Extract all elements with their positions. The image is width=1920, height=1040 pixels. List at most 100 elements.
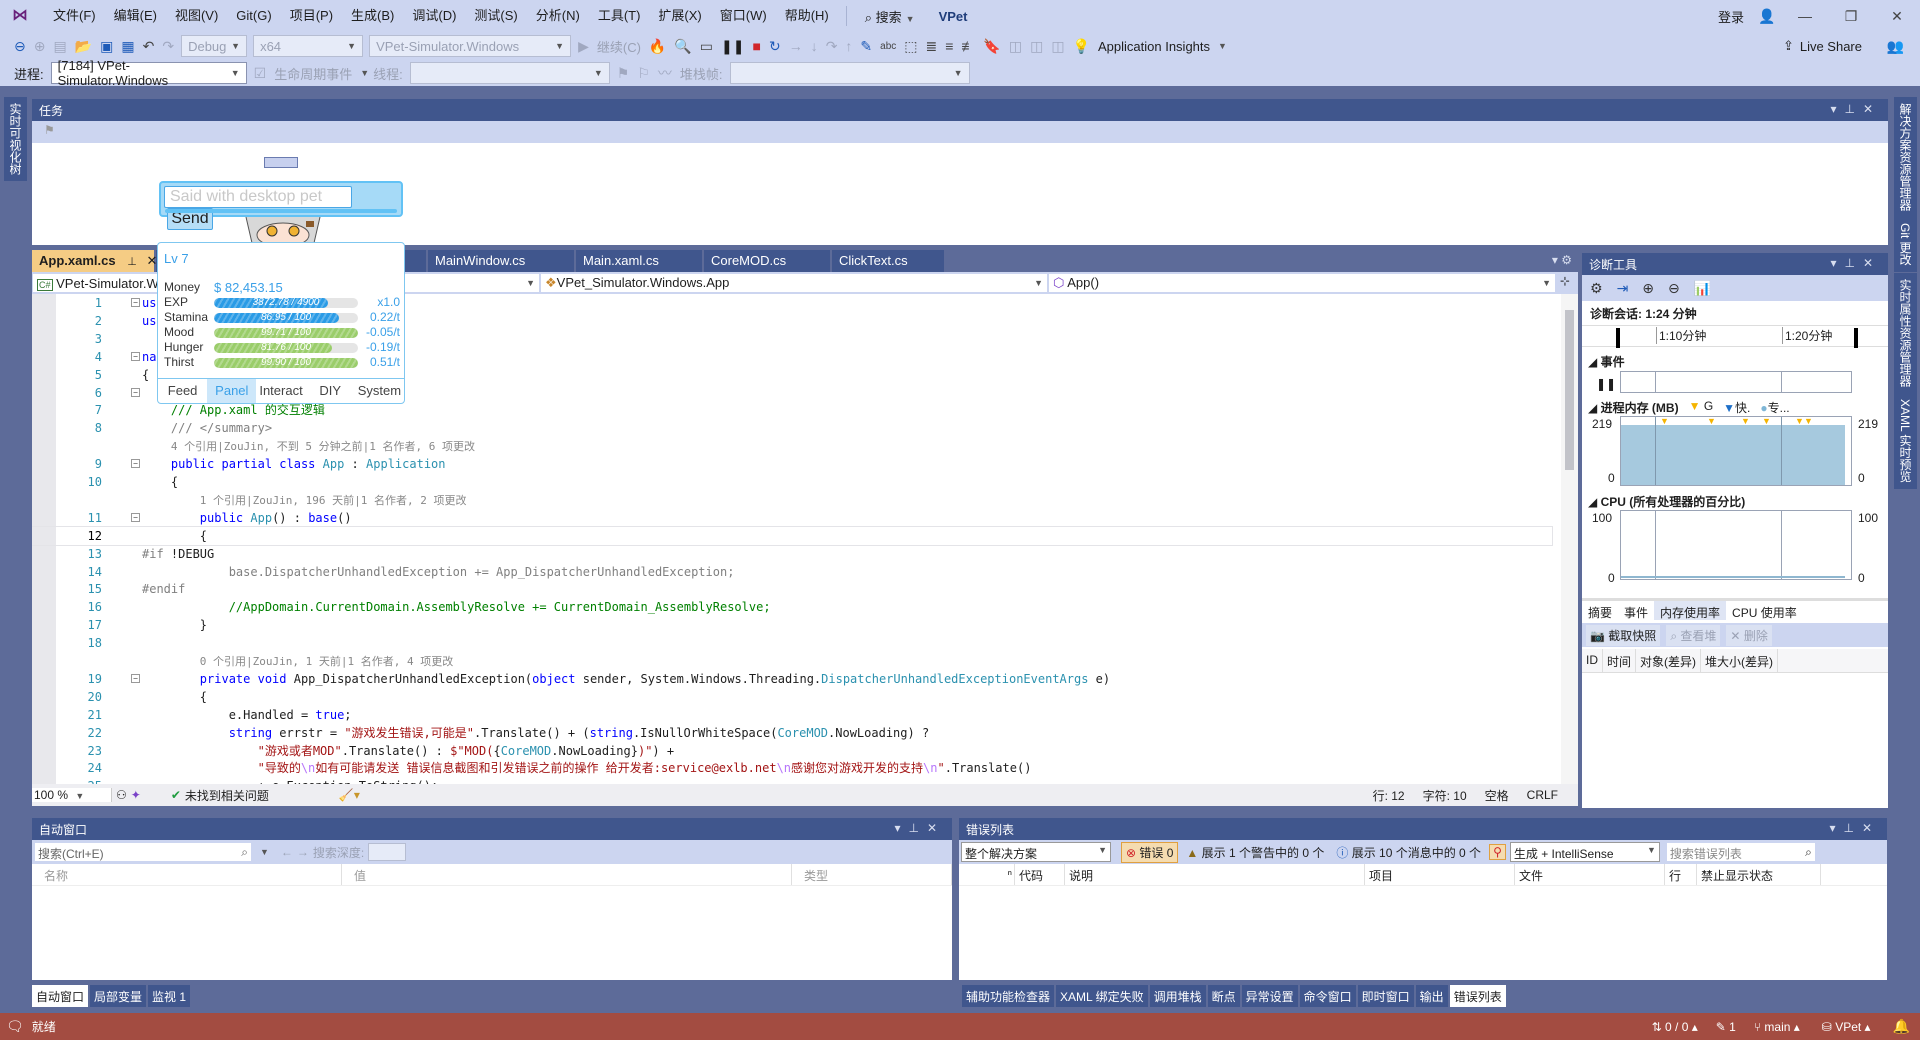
zoom-out-icon[interactable]: ⊖ [1668, 280, 1680, 297]
tab-clicktext-cs[interactable]: ClickText.cs [832, 250, 944, 272]
search-depth-select[interactable] [368, 843, 407, 861]
col-objects[interactable]: 对象(差异) [1636, 649, 1702, 672]
pet-chat-input[interactable]: Said with desktop pet [164, 186, 352, 208]
fold-toggle-icon[interactable]: − [131, 387, 140, 397]
events-section-title[interactable]: ◢ 事件 [1582, 351, 1631, 372]
tab-locals[interactable]: 局部变量 [90, 985, 147, 1007]
spell-check-icon[interactable]: abc [880, 41, 896, 52]
menu-test[interactable]: 测试(S) [465, 0, 526, 32]
diag-tab-memory[interactable]: 内存使用率 [1654, 601, 1727, 620]
threads-icon[interactable]: ⚐ [637, 65, 650, 82]
minimize-button[interactable]: — [1782, 8, 1828, 24]
menu-tools[interactable]: 工具(T) [589, 0, 650, 32]
code-line[interactable]: 15 #endif [32, 580, 1552, 598]
bookmark-icon[interactable]: 🔖 [983, 38, 1000, 55]
menu-extensions[interactable]: 扩展(X) [649, 0, 710, 32]
open-file-icon[interactable]: 📂 [75, 38, 92, 55]
diag-tab-summary[interactable]: 摘要 [1582, 601, 1618, 620]
cpu-graph[interactable] [1620, 510, 1852, 580]
select-element-icon[interactable]: ⬚ [904, 38, 917, 55]
code-cleanup-icon[interactable]: 🧹▾ [339, 788, 360, 802]
col-description[interactable]: 说明 [1065, 864, 1365, 885]
prev-bookmark-icon[interactable]: ◫ [1009, 38, 1022, 55]
continue-button[interactable]: 继续(C) [597, 37, 641, 56]
pause-icon[interactable]: ❚❚ [1596, 377, 1616, 391]
branch-selector[interactable]: ⑂ main ▴ [1754, 1020, 1800, 1034]
filter-icon[interactable]: ⚲ [1489, 844, 1506, 860]
class-nav-select[interactable]: ❖VPet_Simulator.Windows.App ▼ [540, 273, 1048, 293]
menu-help[interactable]: 帮助(H) [776, 0, 838, 32]
menu-git[interactable]: Git(G) [227, 0, 280, 32]
tab-mainwindow-cs[interactable]: MainWindow.cs [428, 250, 574, 272]
dropdown-icon[interactable]: ▾ [1830, 102, 1844, 116]
find-icon[interactable]: 🔍 [674, 38, 691, 55]
show-next-statement-icon[interactable]: → [789, 38, 803, 54]
col-line[interactable]: 行 [1665, 864, 1697, 885]
back-icon[interactable]: ⊖ [14, 38, 26, 55]
zoom-in-icon[interactable]: ⊕ [1642, 280, 1654, 297]
memory-section-title[interactable]: ◢ 进程内存 (MB) ▼ G ▼快. ●专... [1582, 397, 1796, 418]
next-bookmark-icon[interactable]: ◫ [1030, 38, 1043, 55]
forward-arrow-icon[interactable]: → [297, 845, 309, 859]
tab-main-xaml-cs[interactable]: Main.xaml.cs [576, 250, 702, 272]
side-tab-xaml-live-preview[interactable]: XAML 实时预览 [1894, 393, 1917, 489]
messages-filter-button[interactable]: ⓘ 展示 10 个消息中的 0 个 [1332, 843, 1485, 862]
cpu-section-title[interactable]: ◢ CPU (所有处理器的百分比) [1582, 491, 1751, 512]
step-into-icon[interactable]: ↓ [811, 38, 818, 54]
step-over-icon[interactable]: ↷ [826, 38, 838, 55]
timeline-end-handle[interactable] [1854, 328, 1858, 348]
col-code[interactable]: 代码 [1015, 864, 1065, 885]
code-line[interactable]: 19 − private void App_DispatcherUnhandled… [32, 670, 1552, 688]
code-line[interactable]: 18 [32, 634, 1552, 652]
col-suppression[interactable]: 禁止显示状态 [1697, 864, 1821, 885]
close-icon[interactable]: ✕ [1862, 821, 1880, 835]
timeline-start-handle[interactable] [1616, 328, 1620, 348]
tab-coremod-cs[interactable]: CoreMOD.cs [704, 250, 830, 272]
tab-app-xaml-cs[interactable]: App.xaml.cs ⊥ ✕ [32, 250, 157, 272]
pin-icon[interactable]: ⊥ [127, 256, 137, 268]
new-project-icon[interactable]: ▤ [53, 38, 66, 55]
fold-toggle-icon[interactable]: − [131, 673, 140, 683]
clear-bookmarks-icon[interactable]: ◫ [1051, 38, 1064, 55]
dropdown-icon[interactable]: ▾ [1829, 821, 1843, 835]
code-line[interactable]: 13 #if !DEBUG [32, 545, 1552, 563]
pending-edits[interactable]: ✎ 1 [1716, 1020, 1736, 1034]
side-tab-git-changes[interactable]: Git 更改 [1894, 217, 1917, 272]
eol-indicator[interactable]: CRLF [1527, 788, 1558, 802]
dropdown-icon[interactable]: ▾ [894, 821, 908, 835]
export-icon[interactable]: ⇥ [1617, 280, 1629, 297]
memory-graph[interactable]: ▼ ▼ ▼ ▼ ▼ ▼ [1620, 416, 1852, 486]
pet-tab-diy[interactable]: DIY [306, 379, 355, 403]
side-tab-live-property-explorer[interactable]: 实时属性资源管理器 [1894, 273, 1917, 393]
settings-icon[interactable]: ⚙ [1590, 280, 1603, 297]
undo-icon[interactable]: ↶ [143, 38, 155, 55]
char-indicator[interactable]: 字符: 10 [1423, 787, 1467, 804]
chart-icon[interactable]: 📊 [1694, 280, 1711, 297]
diag-tab-events[interactable]: 事件 [1618, 601, 1654, 620]
copilot-icon[interactable]: ⚇ [116, 788, 127, 802]
process-select[interactable]: [7184] VPet-Simulator.Windows ▼ [50, 58, 247, 88]
pin-icon[interactable]: ⊥ [1843, 821, 1861, 835]
startup-project-select[interactable]: VPet-Simulator.Windows ▼ [369, 35, 572, 57]
chevron-down-icon[interactable]: ▼ [1218, 41, 1227, 51]
stop-icon[interactable]: ■ [752, 38, 760, 54]
vertical-scrollbar[interactable] [1561, 294, 1578, 784]
restart-icon[interactable]: ↻ [769, 38, 781, 55]
issues-status[interactable]: 未找到相关问题 [185, 787, 269, 804]
lifecycle-events-button[interactable]: 生命周期事件 [274, 64, 352, 83]
split-icon[interactable]: ⊹ [1556, 272, 1574, 293]
code-line[interactable]: 16 //AppDomain.CurrentDomain.AssemblyRes… [32, 598, 1552, 616]
close-icon[interactable]: ✕ [1863, 256, 1881, 270]
code-line[interactable]: 12 { [32, 525, 1553, 546]
code-line[interactable]: 9 − public partial class App : Applicatio… [32, 455, 1552, 473]
close-button[interactable]: ✕ [1874, 8, 1920, 25]
code-line[interactable]: 17 } [32, 616, 1552, 634]
configuration-select[interactable]: Debug ▼ [181, 35, 248, 57]
col-time[interactable]: 时间 [1603, 649, 1637, 672]
code-line[interactable]: 7 /// App.xaml 的交互逻辑 [32, 401, 1552, 419]
feedback-icon[interactable]: 👥 [1887, 38, 1904, 55]
close-icon[interactable]: ✕ [1863, 102, 1881, 116]
col-file[interactable]: 文件 [1515, 864, 1665, 885]
menu-debug[interactable]: 调试(D) [403, 0, 465, 32]
code-line[interactable]: 8 /// </summary> [32, 419, 1552, 437]
